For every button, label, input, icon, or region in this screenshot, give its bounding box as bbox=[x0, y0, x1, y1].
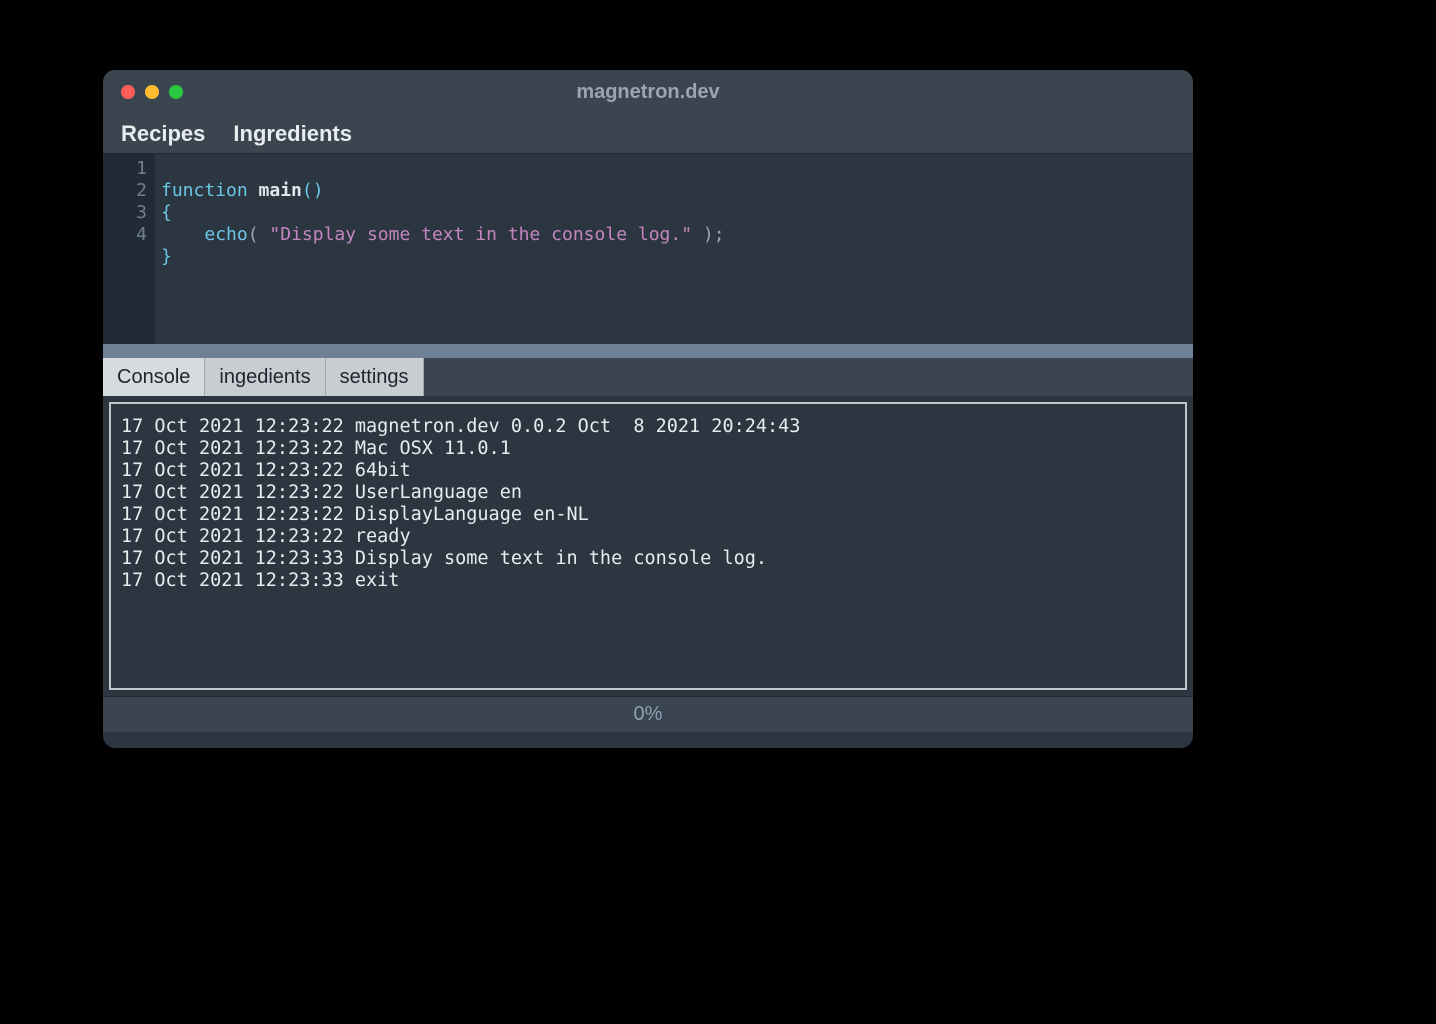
menu-recipes[interactable]: Recipes bbox=[121, 121, 205, 147]
code-area[interactable]: function main() { echo( "Display some te… bbox=[155, 154, 725, 344]
minimize-icon[interactable] bbox=[145, 85, 159, 99]
titlebar[interactable]: magnetron.dev bbox=[103, 70, 1193, 114]
app-window: magnetron.dev Recipes Ingredients 1 2 3 … bbox=[103, 70, 1193, 748]
code-call: echo bbox=[204, 224, 247, 245]
line-number: 1 bbox=[103, 158, 147, 180]
code-brace: } bbox=[161, 246, 172, 267]
code-editor[interactable]: 1 2 3 4 function main() { echo( "Display… bbox=[103, 154, 1193, 344]
console-line: 17 Oct 2021 12:23:33 exit bbox=[121, 570, 399, 591]
maximize-icon[interactable] bbox=[169, 85, 183, 99]
tab-settings[interactable]: settings bbox=[326, 358, 424, 396]
pane-divider[interactable] bbox=[103, 344, 1193, 358]
console-output[interactable]: 17 Oct 2021 12:23:22 magnetron.dev 0.0.2… bbox=[111, 404, 1185, 604]
close-icon[interactable] bbox=[121, 85, 135, 99]
status-bar: 0% bbox=[103, 696, 1193, 732]
console-line: 17 Oct 2021 12:23:22 ready bbox=[121, 526, 411, 547]
window-title: magnetron.dev bbox=[103, 81, 1193, 104]
console-line: 17 Oct 2021 12:23:22 UserLanguage en bbox=[121, 482, 522, 503]
line-number: 3 bbox=[103, 202, 147, 224]
line-gutter: 1 2 3 4 bbox=[103, 154, 155, 344]
code-brace: { bbox=[161, 202, 172, 223]
line-number: 2 bbox=[103, 180, 147, 202]
console-line: 17 Oct 2021 12:23:22 64bit bbox=[121, 460, 411, 481]
code-string: "Display some text in the console log." bbox=[269, 224, 692, 245]
console-line: 17 Oct 2021 12:23:22 magnetron.dev 0.0.2… bbox=[121, 416, 800, 437]
tab-console[interactable]: Console bbox=[103, 358, 205, 396]
line-number: 4 bbox=[103, 224, 147, 246]
code-indent bbox=[161, 224, 204, 245]
traffic-lights bbox=[103, 85, 183, 99]
console-line: 17 Oct 2021 12:23:33 Display some text i… bbox=[121, 548, 767, 569]
code-parens: () bbox=[302, 180, 324, 201]
code-keyword: function bbox=[161, 180, 248, 201]
code-open: ( bbox=[248, 224, 270, 245]
tab-ingedients[interactable]: ingedients bbox=[205, 358, 325, 396]
menubar: Recipes Ingredients bbox=[103, 114, 1193, 154]
bottom-tabs: Console ingedients settings bbox=[103, 358, 1193, 396]
status-text: 0% bbox=[634, 703, 663, 726]
code-fn-name: main bbox=[259, 180, 302, 201]
console-line: 17 Oct 2021 12:23:22 Mac OSX 11.0.1 bbox=[121, 438, 511, 459]
console-panel: 17 Oct 2021 12:23:22 magnetron.dev 0.0.2… bbox=[109, 402, 1187, 690]
console-line: 17 Oct 2021 12:23:22 DisplayLanguage en-… bbox=[121, 504, 589, 525]
menu-ingredients[interactable]: Ingredients bbox=[233, 121, 352, 147]
code-close: ); bbox=[692, 224, 725, 245]
